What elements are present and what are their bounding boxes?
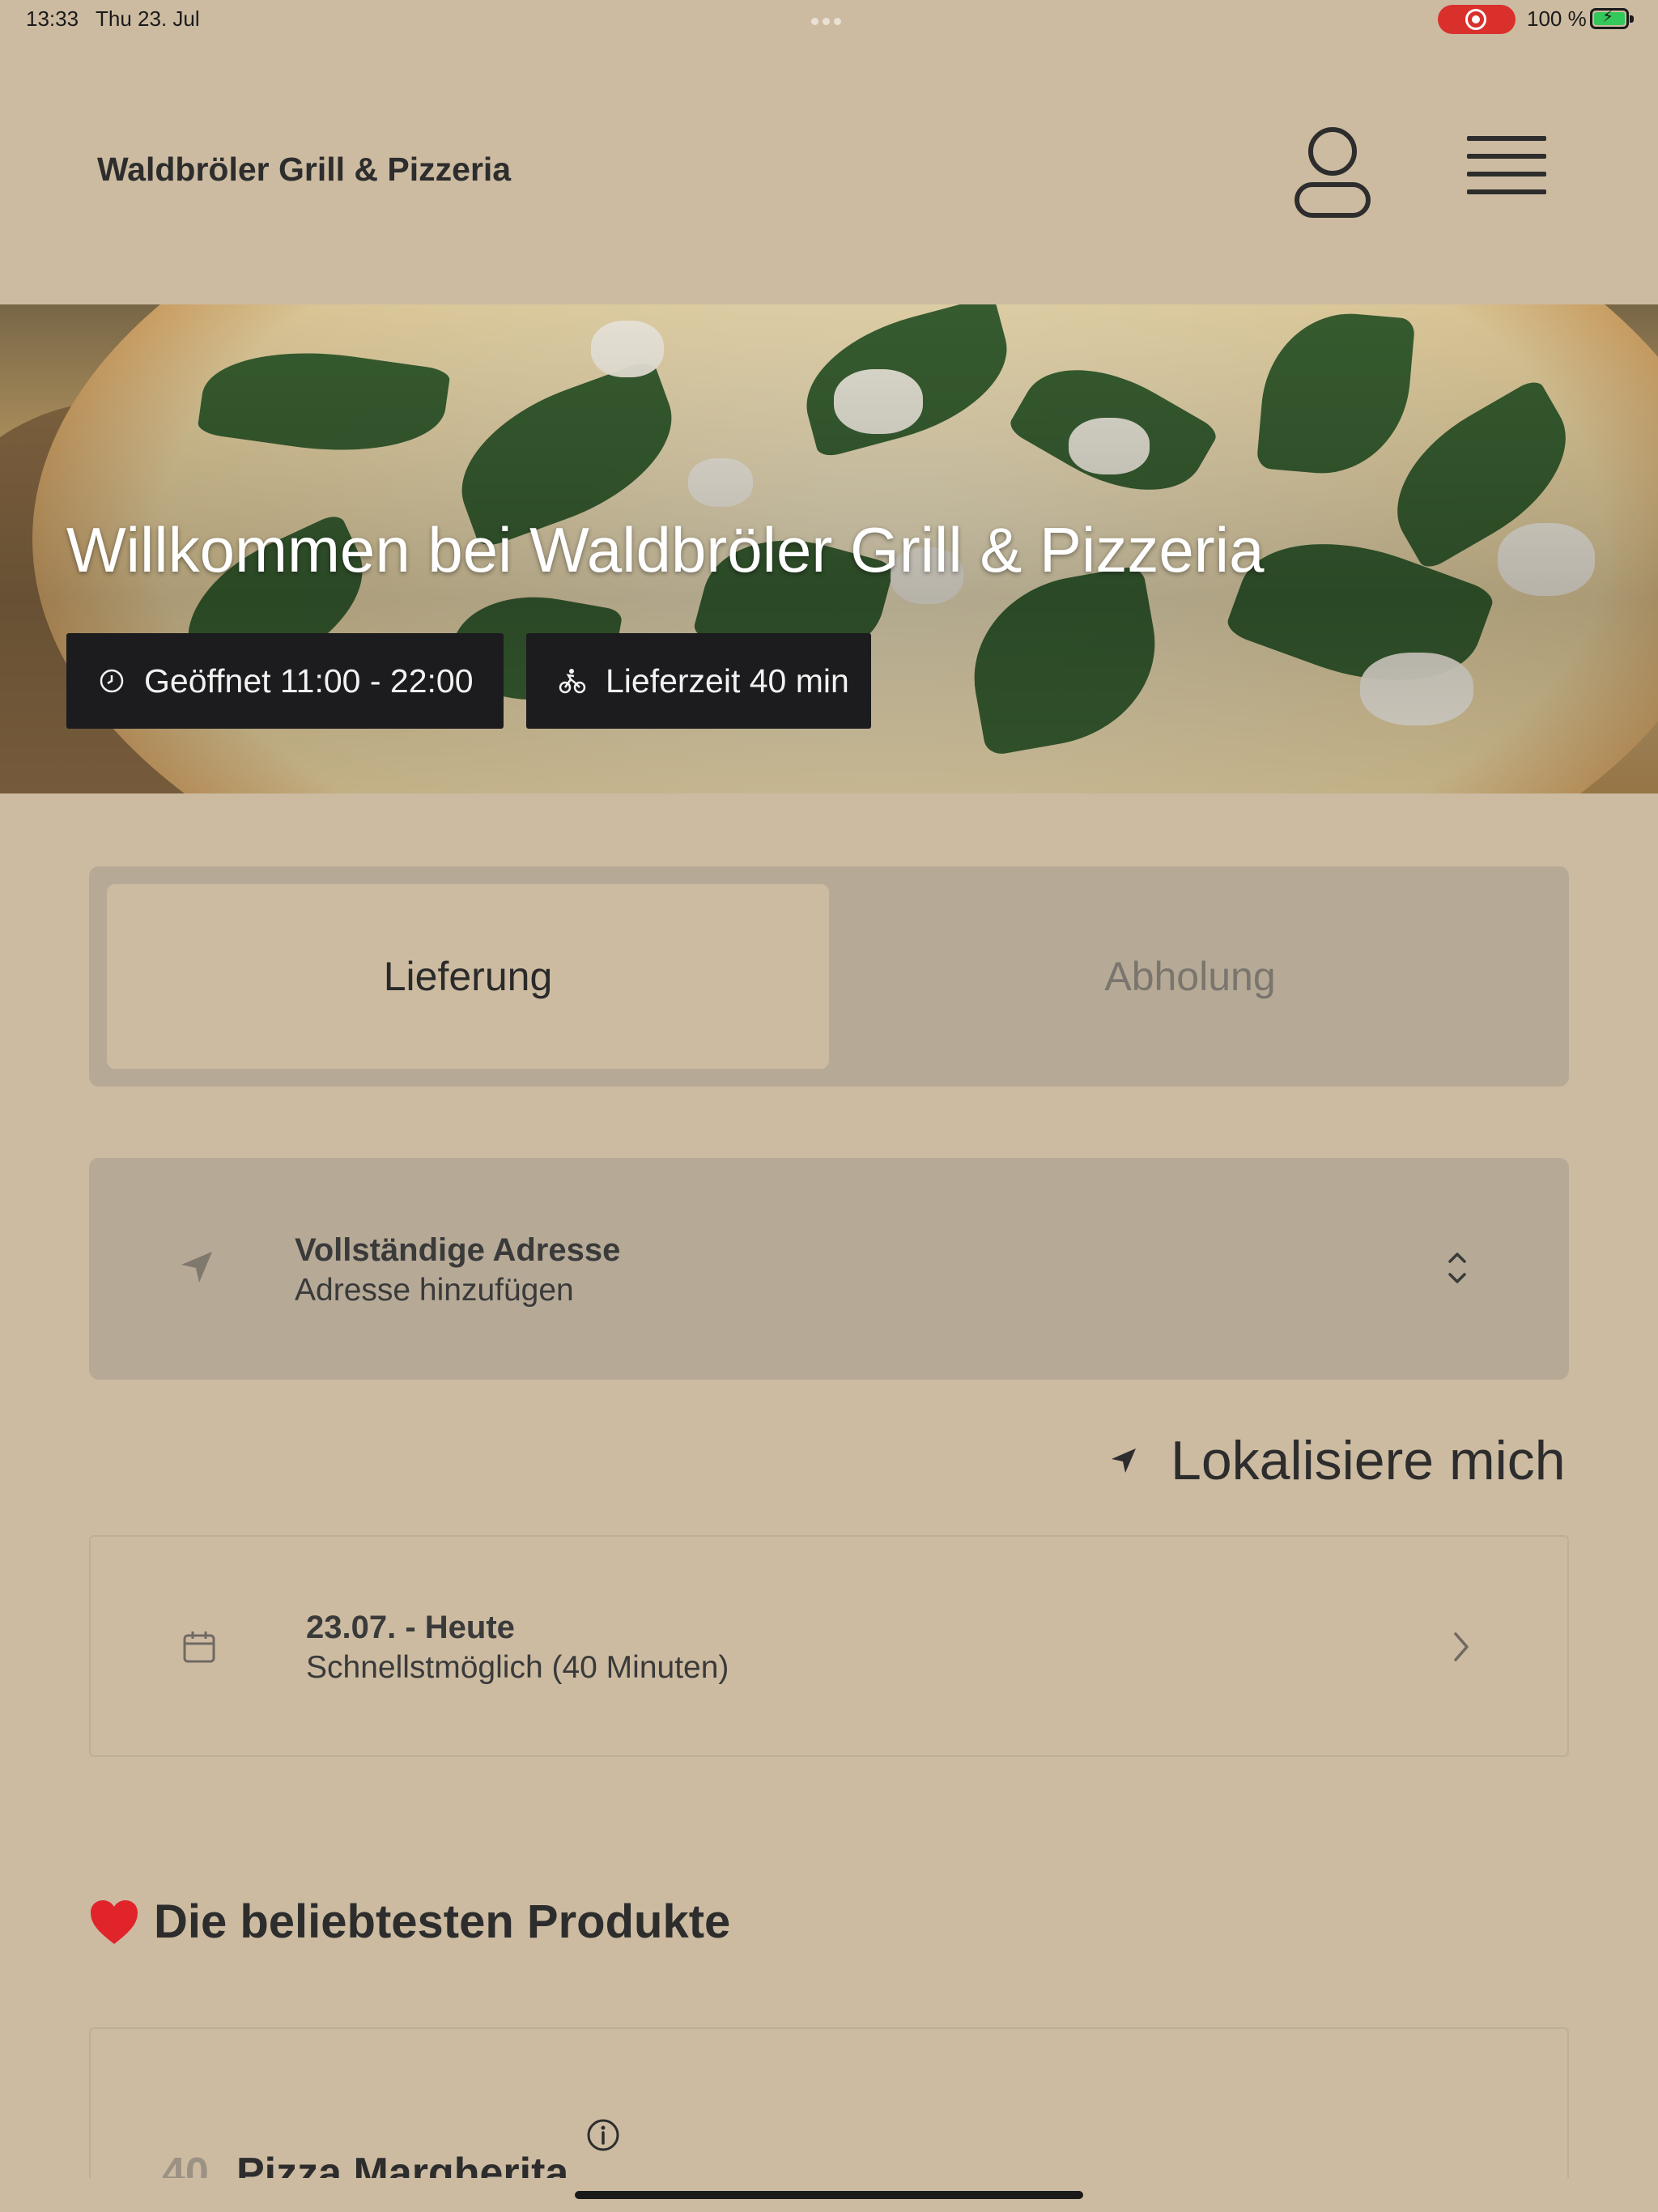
location-arrow-icon (181, 1252, 212, 1283)
popular-products-title: Die beliebtesten Produkte (154, 1895, 731, 1948)
location-arrow-icon (1112, 1448, 1136, 1473)
delivery-time-label: Lieferzeit 40 min (606, 661, 849, 700)
battery-icon: ⚡ (1590, 8, 1634, 29)
locate-me-button[interactable]: Lokalisiere mich (1109, 1428, 1566, 1493)
status-bar: 13:33 Thu 23. Jul 100 % ⚡ (0, 0, 1658, 39)
opening-hours-label: Geöffnet 11:00 - 22:00 (144, 661, 474, 700)
hero-title: Willkommen bei Waldbröler Grill & Pizzer… (66, 514, 1265, 585)
user-account-button[interactable] (1292, 125, 1373, 220)
popular-products-heading: Die beliebtesten Produkte (89, 1895, 730, 1949)
locate-me-label: Lokalisiere mich (1171, 1430, 1566, 1491)
delivery-option[interactable]: Lieferung (107, 884, 829, 1069)
time-value: Schnellstmöglich (40 Minuten) (306, 1650, 729, 1685)
calendar-icon (183, 1631, 215, 1663)
delivery-time-badge: Lieferzeit 40 min (526, 633, 871, 729)
info-icon[interactable] (586, 2118, 620, 2152)
multitasking-dots-icon[interactable] (811, 15, 847, 25)
chevron-up-down-icon (1448, 1253, 1466, 1283)
bicycle-rider-icon (559, 669, 586, 694)
hamburger-menu-button[interactable] (1464, 133, 1551, 211)
home-indicator[interactable] (575, 2191, 1083, 2199)
status-date: Thu 23. Jul (96, 6, 200, 31)
screen-recording-indicator[interactable] (1438, 5, 1516, 34)
address-value: Adresse hinzufügen (295, 1273, 574, 1308)
status-time: 13:33 (26, 6, 79, 31)
clock-icon (100, 669, 124, 693)
pickup-option[interactable]: Abholung (829, 884, 1551, 1069)
heart-icon (91, 1899, 138, 1944)
address-label: Vollständige Adresse (295, 1232, 621, 1268)
date-label: 23.07. - Heute (306, 1610, 515, 1645)
delivery-time-selector[interactable]: 23.07. - Heute Schnellstmöglich (40 Minu… (89, 1535, 1569, 1757)
user-icon (1295, 127, 1371, 218)
opening-hours-badge: Geöffnet 11:00 - 22:00 (66, 633, 504, 729)
order-mode-segmented-control: Lieferung Abholung (89, 866, 1569, 1087)
hero-banner: Willkommen bei Waldbröler Grill & Pizzer… (0, 304, 1658, 793)
restaurant-title: Waldbröler Grill & Pizzeria (97, 151, 512, 188)
battery-percentage: 100 % (1527, 6, 1587, 31)
chevron-right-icon (1454, 1632, 1469, 1661)
address-selector[interactable]: Vollständige Adresse Adresse hinzufügen (89, 1158, 1569, 1380)
